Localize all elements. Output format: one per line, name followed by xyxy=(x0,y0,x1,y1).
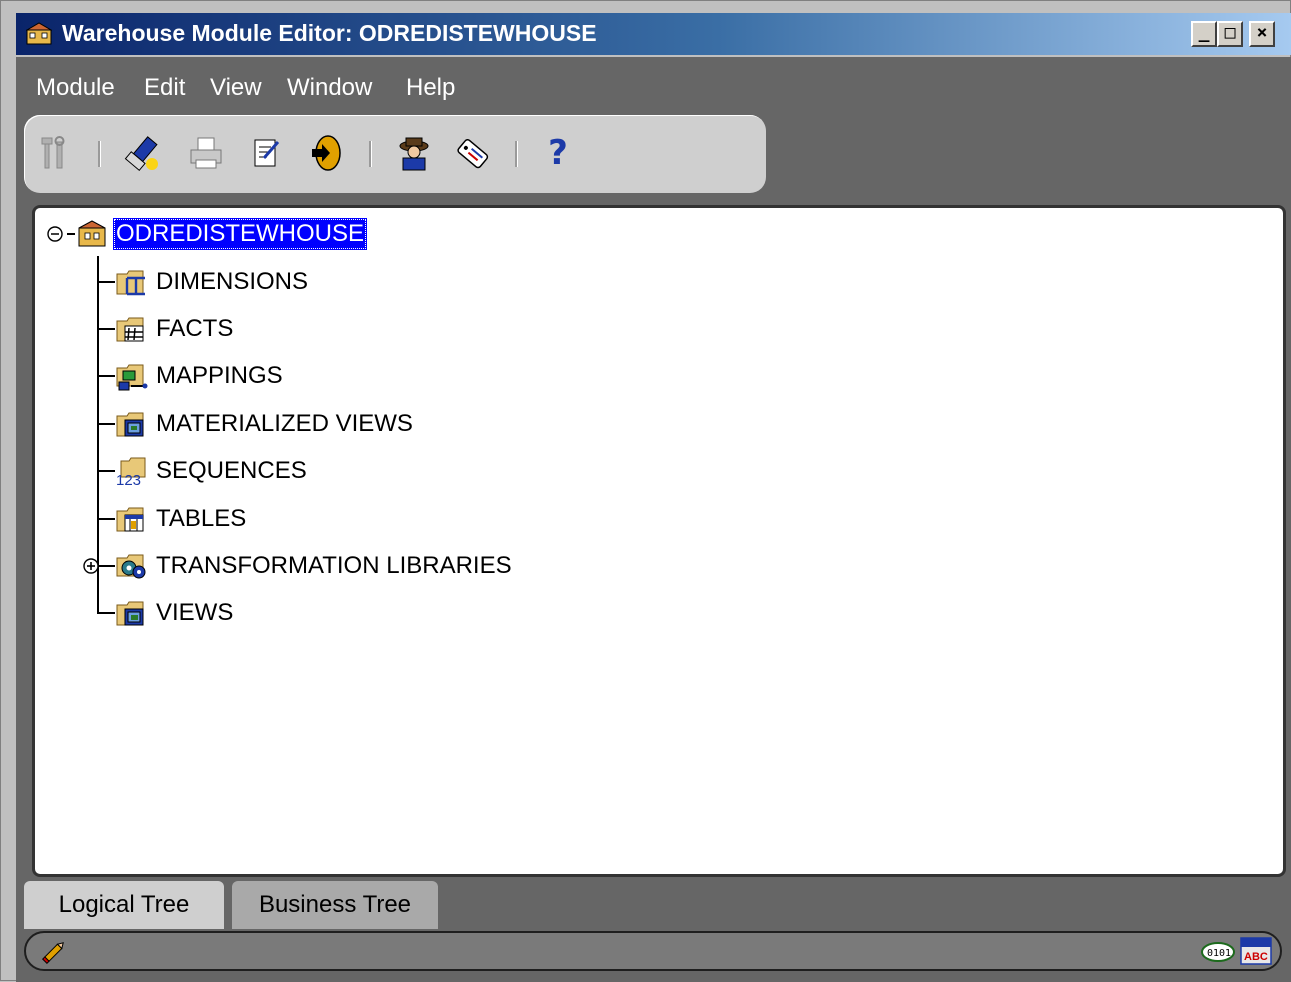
tag-icon xyxy=(457,138,489,169)
exit-icon xyxy=(312,135,341,171)
tree-node-sequences[interactable]: 123 SEQUENCES xyxy=(115,449,310,493)
edit-doc-icon xyxy=(254,139,280,167)
tree-node-mappings[interactable]: MAPPINGS xyxy=(115,354,286,398)
menu-window[interactable]: Window xyxy=(287,74,372,102)
tree-node-dimensions[interactable]: DIMENSIONS xyxy=(115,260,311,304)
fact-folder-icon xyxy=(116,317,144,342)
print-icon xyxy=(190,137,222,169)
tree-connector xyxy=(97,328,115,330)
tree-node-tables[interactable]: TABLES xyxy=(115,497,249,541)
table-folder-icon xyxy=(116,507,144,532)
tree-node-root[interactable]: ODREDISTEWHOUSE xyxy=(45,212,368,256)
menu-bar: Module Edit View Window Help xyxy=(16,57,1291,113)
mview-folder-icon xyxy=(116,412,144,437)
pencil-icon[interactable] xyxy=(40,939,68,965)
tree-node-transformation-libraries[interactable]: TRANSFORMATION LIBRARIES xyxy=(81,544,515,588)
toolbar-separator xyxy=(515,141,518,167)
logical-tree-panel[interactable]: ODREDISTEWHOUSE DIMENSIONS FACTS MAPPING… xyxy=(32,205,1286,877)
mapping-folder-icon xyxy=(116,364,148,391)
edit-document-button[interactable] xyxy=(246,131,286,175)
tree-tabs: Logical Tree Business Tree xyxy=(24,881,824,931)
transformation-folder-icon xyxy=(116,554,146,579)
tree-node-label[interactable]: MAPPINGS xyxy=(153,360,286,392)
window-title: Warehouse Module Editor: ODREDISTEWHOUSE xyxy=(62,20,597,46)
tag-button[interactable] xyxy=(452,131,492,175)
exit-button[interactable] xyxy=(306,131,346,175)
close-button[interactable]: × xyxy=(1249,21,1275,47)
tab-label: Logical Tree xyxy=(58,891,190,918)
warehouse-app-icon xyxy=(26,22,52,45)
tab-label: Business Tree xyxy=(258,891,412,918)
tree-node-label[interactable]: VIEWS xyxy=(153,597,236,629)
maximize-button[interactable]: □ xyxy=(1217,21,1243,47)
module-editor-window: Warehouse Module Editor: ODREDISTEWHOUSE… xyxy=(0,0,1291,982)
text-mode-icon[interactable]: ABC xyxy=(1238,935,1274,967)
agent-button[interactable] xyxy=(394,131,434,175)
dimension-folder-icon xyxy=(116,270,145,296)
collapse-icon[interactable] xyxy=(45,224,65,244)
editor-body: Module Edit View Window Help ? ODREDISTE… xyxy=(16,57,1291,982)
help-icon: ? xyxy=(548,133,568,173)
svg-text:ABC: ABC xyxy=(1244,951,1268,963)
properties-button[interactable] xyxy=(34,131,74,175)
properties-icon xyxy=(41,136,65,169)
binary-mode-icon[interactable]: 0101 xyxy=(1200,938,1236,966)
tree-node-label[interactable]: SEQUENCES xyxy=(153,455,310,487)
warehouse-module-icon xyxy=(78,220,106,247)
tree-node-materialized-views[interactable]: MATERIALIZED VIEWS xyxy=(115,402,416,446)
tree-connector xyxy=(97,612,115,614)
svg-text:123: 123 xyxy=(116,472,141,487)
tab-logical-tree[interactable]: Logical Tree xyxy=(24,881,224,929)
tree-connector xyxy=(97,281,115,283)
tree-node-facts[interactable]: FACTS xyxy=(115,307,236,351)
menu-module[interactable]: Module xyxy=(36,74,115,102)
tree-connector xyxy=(97,470,115,472)
expand-icon[interactable] xyxy=(81,556,101,576)
tree-connector xyxy=(97,375,115,377)
tree-node-label[interactable]: TRANSFORMATION LIBRARIES xyxy=(153,550,515,582)
menu-view[interactable]: View xyxy=(210,74,262,102)
tree-node-label[interactable]: DIMENSIONS xyxy=(153,266,311,298)
svg-text:0101: 0101 xyxy=(1207,948,1231,959)
flashlight-icon xyxy=(124,136,158,171)
tab-business-tree[interactable]: Business Tree xyxy=(232,881,438,929)
find-button[interactable] xyxy=(122,131,162,175)
tree-connector xyxy=(101,565,115,567)
tree-node-label[interactable]: MATERIALIZED VIEWS xyxy=(153,408,416,440)
tree-node-views[interactable]: VIEWS xyxy=(115,591,236,635)
minimize-button[interactable]: _ xyxy=(1191,21,1217,47)
status-bar: 0101 ABC xyxy=(24,931,1282,971)
toolbar-separator xyxy=(369,141,372,167)
tree-connector xyxy=(97,518,115,520)
menu-help[interactable]: Help xyxy=(406,74,455,102)
sequence-folder-icon: 123 xyxy=(116,457,146,487)
title-bar[interactable]: Warehouse Module Editor: ODREDISTEWHOUSE… xyxy=(16,13,1291,55)
tree-node-label[interactable]: TABLES xyxy=(153,503,249,535)
tree-node-label[interactable]: FACTS xyxy=(153,313,236,345)
tree-connector xyxy=(97,423,115,425)
print-button[interactable] xyxy=(186,131,226,175)
toolbar: ? xyxy=(24,115,766,193)
tree-node-label[interactable]: ODREDISTEWHOUSE xyxy=(113,218,368,250)
agent-icon xyxy=(399,137,429,171)
toolbar-separator xyxy=(98,141,101,167)
help-button[interactable]: ? xyxy=(538,131,578,175)
view-folder-icon xyxy=(116,601,144,626)
menu-edit[interactable]: Edit xyxy=(144,74,185,102)
tree-connector xyxy=(67,233,75,235)
